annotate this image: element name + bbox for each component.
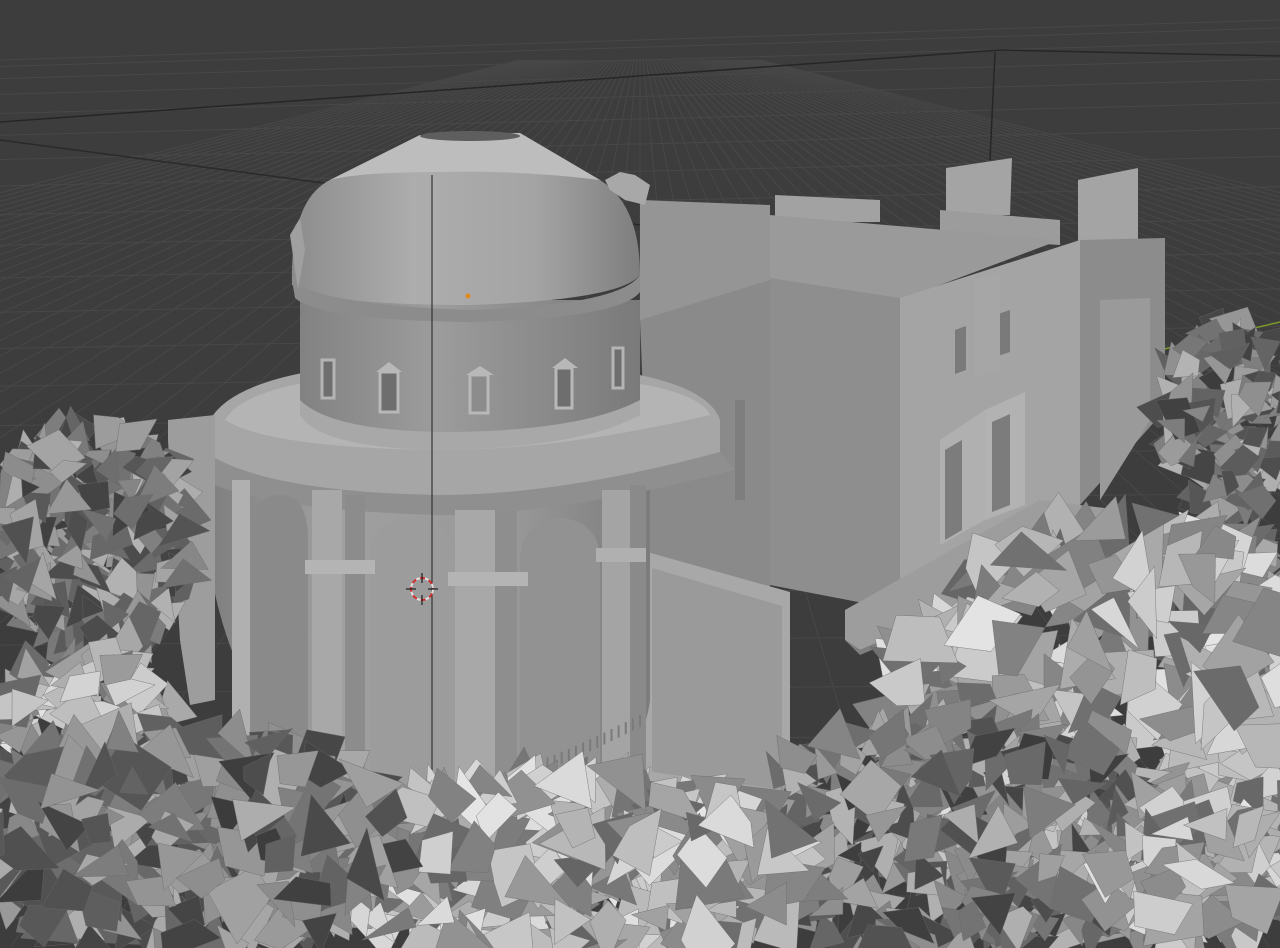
boundary-wall[interactable] (630, 550, 790, 800)
arch-center (370, 518, 455, 800)
object-origin-dot (465, 293, 471, 299)
3d-viewport[interactable] (0, 0, 1280, 948)
viewport-canvas[interactable] (0, 0, 1280, 948)
arch-right (520, 517, 600, 795)
dome-drum (300, 300, 640, 450)
